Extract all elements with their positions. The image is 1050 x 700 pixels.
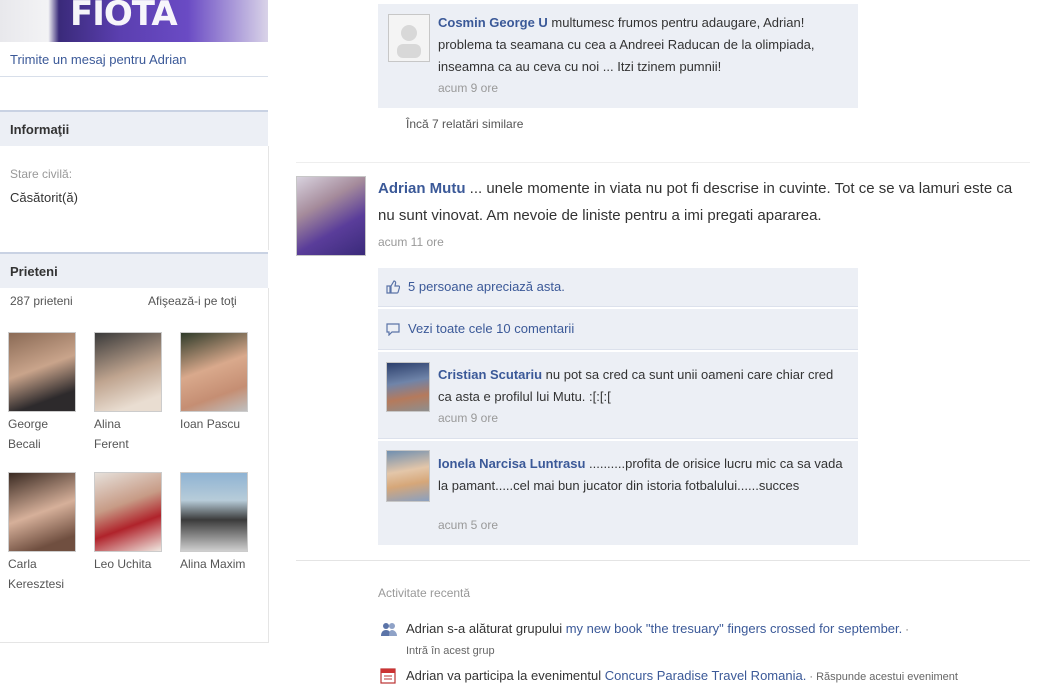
activity-item: Adrian s-a alăturat grupului my new book… [406,619,926,661]
profile-photo[interactable]: FIOTA [0,0,268,42]
post-time[interactable]: acum 11 ore [378,235,444,249]
friend-tile[interactable]: Alina Maxim [180,472,252,574]
friend-name[interactable]: Ioan Pascu [180,414,252,434]
divider [0,76,268,77]
calendar-icon [380,668,396,684]
commenter-avatar[interactable] [386,362,430,412]
marital-status-value: Căsătorit(ă) [10,190,78,205]
comment-author-link[interactable]: Ionela Narcisa Luntrasu [438,456,585,471]
divider [296,560,1030,561]
post-author-link[interactable]: Adrian Mutu [378,180,466,197]
send-message-link[interactable]: Trimite un mesaj pentru Adrian [10,52,187,67]
comment-body: Cristian Scutariu nu pot sa cred ca sunt… [438,364,838,408]
friend-name[interactable]: Alina Maxim [180,554,252,574]
comment-author-link[interactable]: Cristian Scutariu [438,367,542,382]
thumbs-up-icon [386,280,400,294]
friend-tile[interactable]: Alina Ferent [94,332,166,454]
friend-tile[interactable]: Carla Keresztesi [8,472,80,594]
activity-text: Adrian s-a alăturat grupului [406,621,566,636]
activity-item: Adrian va participa la evenimentul Concu… [406,666,1046,687]
group-link[interactable]: my new book "the tresuary" fingers cross… [566,621,903,636]
comment-author-link[interactable]: Cosmin George U [438,15,548,30]
post-text: ... unele momente in viata nu pot fi des… [378,180,1013,224]
view-all-comments-row[interactable]: Vezi toate cele 10 comentarii [378,309,858,349]
friend-tile[interactable]: Ioan Pascu [180,332,252,434]
comment-time[interactable]: acum 9 ore [438,411,498,425]
post-author-avatar[interactable] [296,176,366,256]
info-box-header: Informaţii [0,110,268,146]
friend-name[interactable]: George Becali [8,414,80,454]
friend-photo[interactable] [8,472,76,552]
activity-text: Adrian va participa la evenimentul [406,668,605,683]
friend-photo[interactable] [180,332,248,412]
comment-bubble-icon [386,323,400,336]
show-all-friends-link[interactable]: Afişează-i pe toţi [148,294,237,308]
divider [378,438,858,439]
friend-name[interactable]: Alina Ferent [94,414,166,454]
friend-photo[interactable] [94,472,162,552]
comment-time[interactable]: acum 5 ore [438,518,498,532]
info-header-title: Informaţii [10,122,70,137]
divider [296,162,1030,163]
divider [378,349,858,350]
commenter-avatar[interactable] [388,14,430,62]
friend-tile[interactable]: George Becali [8,332,80,454]
friends-box-header: Prieteni [0,252,268,288]
friend-photo[interactable] [94,332,162,412]
comment-body: Cosmin George U multumesc frumos pentru … [438,12,848,78]
comment-time[interactable]: acum 9 ore [438,81,498,95]
friend-tile[interactable]: Leo Uchita [94,472,166,574]
likes-row: 5 persoane apreciază asta. [378,268,858,306]
similar-stories-link[interactable]: Încă 7 relatări similare [406,117,523,131]
comment-body: Ionela Narcisa Luntrasu ..........profit… [438,453,848,497]
friend-photo[interactable] [8,332,76,412]
post-body: Adrian Mutu ... unele momente in viata n… [378,175,1028,229]
divider [378,306,858,307]
respond-event-link[interactable]: · Răspunde acestui eveniment [806,671,958,683]
commenter-avatar[interactable] [386,450,430,502]
friend-photo[interactable] [180,472,248,552]
friend-name[interactable]: Carla Keresztesi [8,554,80,594]
friends-count[interactable]: 287 prieteni [10,294,73,308]
event-link[interactable]: Concurs Paradise Travel Romania. [605,668,807,683]
view-all-comments-link[interactable]: Vezi toate cele 10 comentarii [408,321,574,336]
group-icon [381,623,397,636]
likes-text[interactable]: 5 persoane apreciază asta. [408,279,565,294]
friends-header-title: Prieteni [10,264,58,279]
jersey-logo: FIOTA [70,0,178,34]
recent-activity-title: Activitate recentă [378,586,471,600]
marital-status-label: Stare civilă: [10,167,73,181]
friend-name[interactable]: Leo Uchita [94,554,166,574]
default-avatar-icon [397,25,421,58]
